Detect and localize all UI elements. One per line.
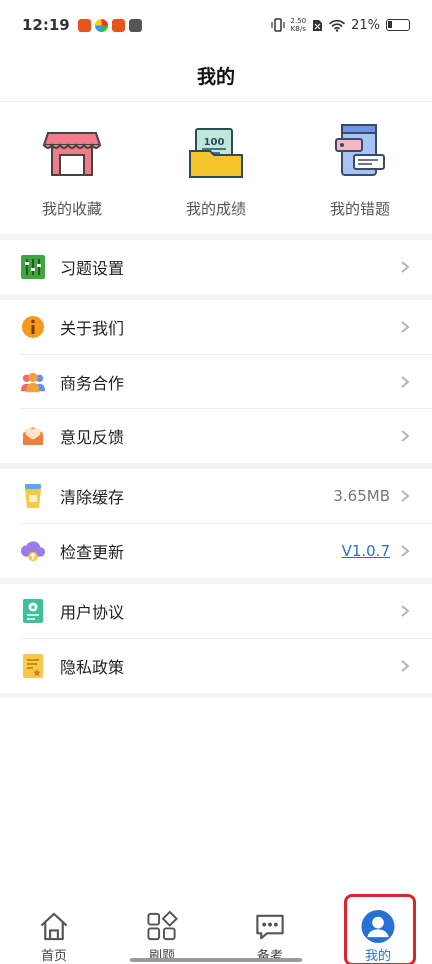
row-feedback[interactable]: 意见反馈 xyxy=(0,409,432,463)
row-privacy-policy[interactable]: 隐私政策 xyxy=(0,639,432,693)
score-folder-icon: 100 xyxy=(189,128,243,178)
row-practice-settings[interactable]: 习题设置 xyxy=(0,240,432,294)
info-icon xyxy=(20,314,46,340)
chevron-right-icon xyxy=(401,660,410,672)
wifi-icon xyxy=(329,19,345,32)
tab-home-label: 首页 xyxy=(40,949,67,964)
notification-app-icon xyxy=(77,18,91,32)
envelope-icon xyxy=(20,423,46,449)
people-icon xyxy=(20,369,46,395)
status-right: 2.50 KB/s 21% xyxy=(270,17,410,33)
cup-icon xyxy=(20,483,46,509)
chat-dots-icon xyxy=(256,914,284,940)
section-gap xyxy=(0,693,432,698)
tab-practice[interactable]: 刷题 xyxy=(108,898,216,964)
cache-size: 3.65MB xyxy=(333,487,390,505)
chevron-right-icon xyxy=(401,376,410,388)
no-sim-icon xyxy=(313,19,323,31)
network-speed-unit: KB/s xyxy=(290,25,306,33)
notification-app-icon xyxy=(111,18,125,32)
feedback-label: 意见反馈 xyxy=(60,428,125,447)
about-us-label: 关于我们 xyxy=(60,319,125,338)
active-tab-highlight xyxy=(344,894,416,964)
practice-settings-label: 习题设置 xyxy=(60,259,125,278)
notification-app-icon xyxy=(128,18,142,32)
chevron-right-icon xyxy=(401,605,410,617)
privacy-doc-icon xyxy=(20,653,46,679)
clear-cache-label: 清除缓存 xyxy=(60,488,125,507)
agreement-doc-icon xyxy=(20,598,46,624)
tab-home[interactable]: 首页 xyxy=(0,898,108,964)
page-title: 我的 xyxy=(196,66,235,88)
status-time: 12:19 xyxy=(22,16,70,34)
chevron-right-icon xyxy=(401,545,410,557)
version-link[interactable]: V1.0.7 xyxy=(342,542,390,560)
wrong-questions-button[interactable]: 我的错题 xyxy=(288,103,432,234)
battery-percent: 21% xyxy=(351,17,380,33)
network-speed-value: 2.50 xyxy=(290,17,307,25)
sliders-icon xyxy=(20,254,46,280)
tab-prepare[interactable]: 备考 xyxy=(216,898,324,964)
row-user-agreement[interactable]: 用户协议 xyxy=(0,584,432,638)
scores-button[interactable]: 100 我的成绩 xyxy=(144,103,288,234)
svg-text:100: 100 xyxy=(204,137,225,148)
favorites-button[interactable]: 我的收藏 xyxy=(0,103,144,234)
cloud-upload-icon xyxy=(20,538,46,564)
row-clear-cache[interactable]: 清除缓存 3.65MB xyxy=(0,469,432,523)
grid-icon xyxy=(147,910,178,941)
shop-icon xyxy=(42,132,102,176)
notification-app-icon xyxy=(94,18,108,32)
business-label: 商务合作 xyxy=(60,374,125,393)
vibrate-icon xyxy=(270,18,285,32)
home-icon xyxy=(40,912,68,941)
check-update-label: 检查更新 xyxy=(60,543,125,562)
row-about-us[interactable]: 关于我们 xyxy=(0,300,432,354)
row-check-update[interactable]: 检查更新 V1.0.7 xyxy=(0,524,432,578)
chevron-right-icon xyxy=(401,321,410,333)
chevron-right-icon xyxy=(401,430,410,442)
scores-label: 我的成绩 xyxy=(185,200,246,218)
chevron-right-icon xyxy=(401,490,410,502)
status-bar: 12:19 2.50 KB/s 21% xyxy=(0,0,432,50)
network-speed: 2.50 KB/s xyxy=(291,17,307,33)
quick-actions: 我的收藏 100 我的成绩 我的错题 xyxy=(0,103,432,234)
home-indicator xyxy=(130,958,302,962)
wrong-questions-label: 我的错题 xyxy=(329,200,390,218)
chevron-right-icon xyxy=(401,261,410,273)
page-header: 我的 xyxy=(0,50,432,102)
favorites-label: 我的收藏 xyxy=(41,200,102,218)
wrong-questions-icon xyxy=(335,124,385,176)
row-business[interactable]: 商务合作 xyxy=(0,355,432,409)
user-agreement-label: 用户协议 xyxy=(60,603,125,622)
battery-icon xyxy=(386,19,410,31)
privacy-policy-label: 隐私政策 xyxy=(60,658,125,677)
